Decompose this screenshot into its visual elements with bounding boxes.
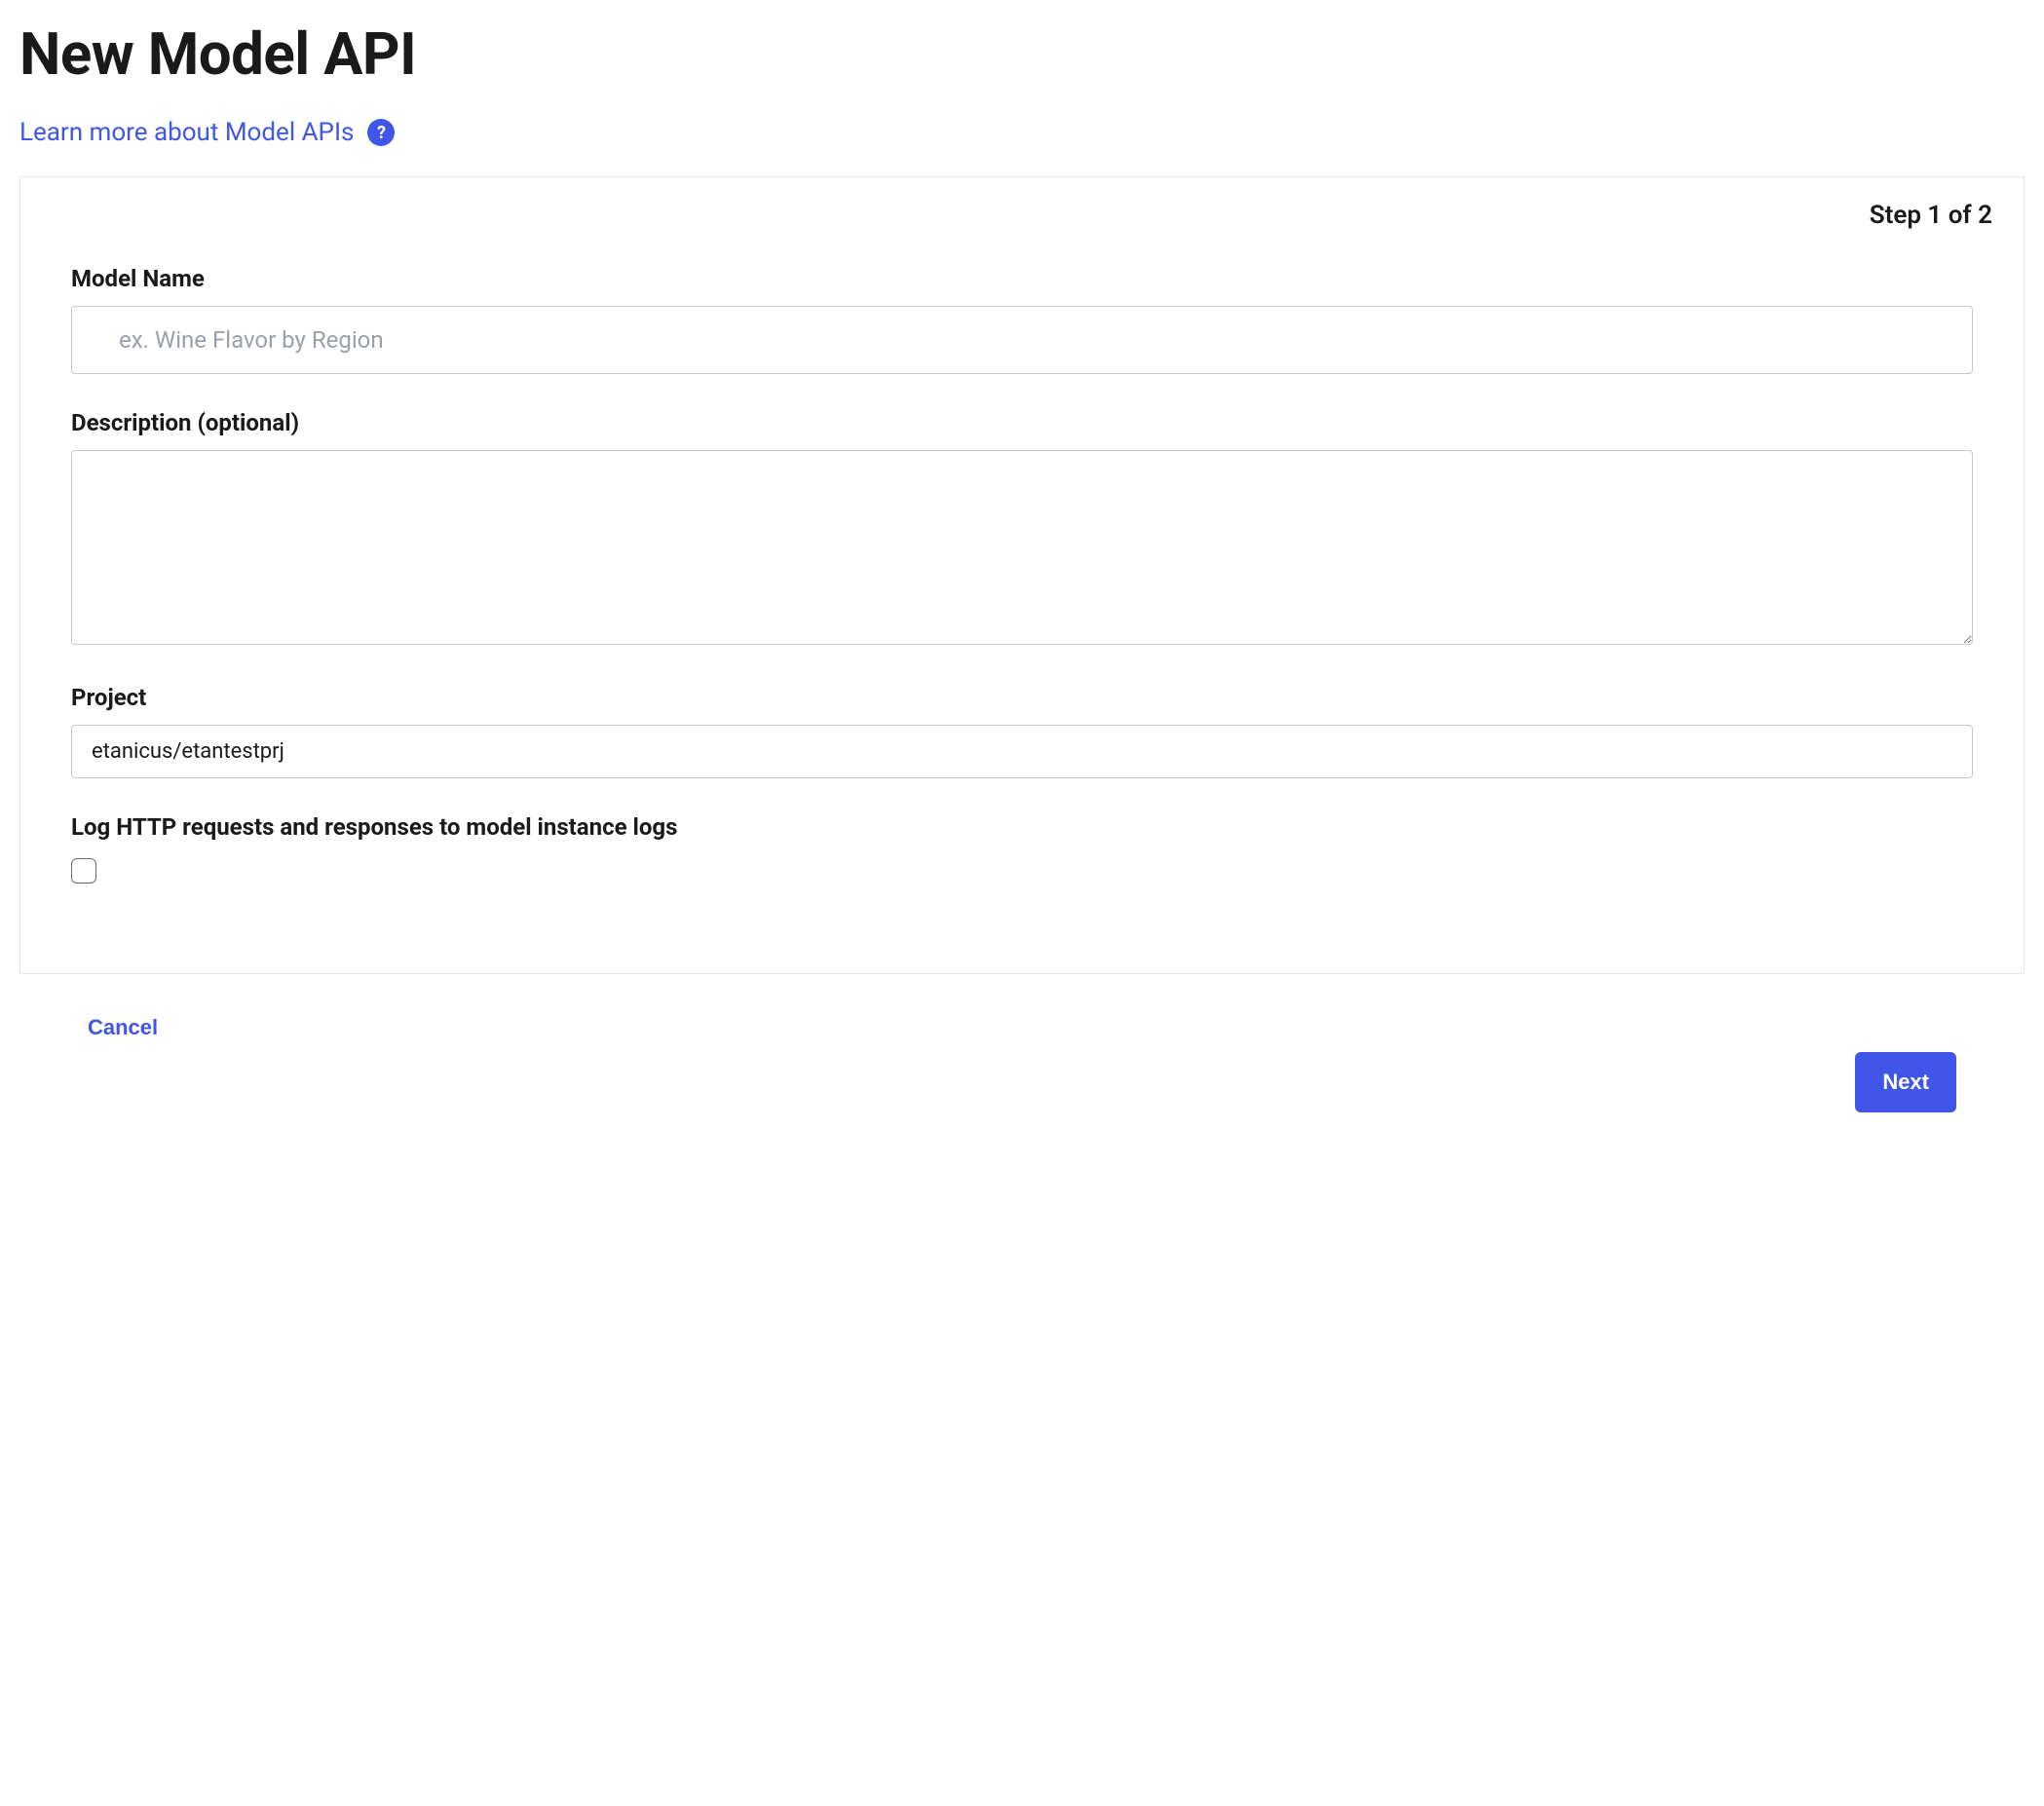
log-http-checkbox[interactable] [71, 858, 96, 884]
learn-more-link[interactable]: Learn more about Model APIs [19, 118, 354, 147]
help-icon[interactable]: ? [367, 119, 395, 146]
description-label: Description (optional) [71, 409, 1973, 436]
model-name-group: Model Name [71, 265, 1973, 374]
project-group: Project [71, 684, 1973, 778]
next-button[interactable]: Next [1855, 1052, 1956, 1112]
page-title: New Model API [19, 19, 2025, 89]
log-http-group: Log HTTP requests and responses to model… [71, 813, 1973, 887]
log-http-label: Log HTTP requests and responses to model… [71, 813, 1973, 841]
step-indicator: Step 1 of 2 [20, 177, 2024, 230]
form-area: Model Name Description (optional) Projec… [20, 230, 2024, 973]
model-name-label: Model Name [71, 265, 1973, 292]
description-input[interactable] [71, 450, 1973, 645]
project-select[interactable] [71, 725, 1973, 778]
form-card: Step 1 of 2 Model Name Description (opti… [19, 176, 2025, 974]
footer-actions: Cancel Next [19, 974, 2025, 1151]
model-name-input[interactable] [71, 306, 1973, 374]
description-group: Description (optional) [71, 409, 1973, 649]
learn-more-row: Learn more about Model APIs ? [19, 118, 2025, 147]
project-label: Project [71, 684, 1973, 711]
cancel-button[interactable]: Cancel [88, 1009, 158, 1046]
